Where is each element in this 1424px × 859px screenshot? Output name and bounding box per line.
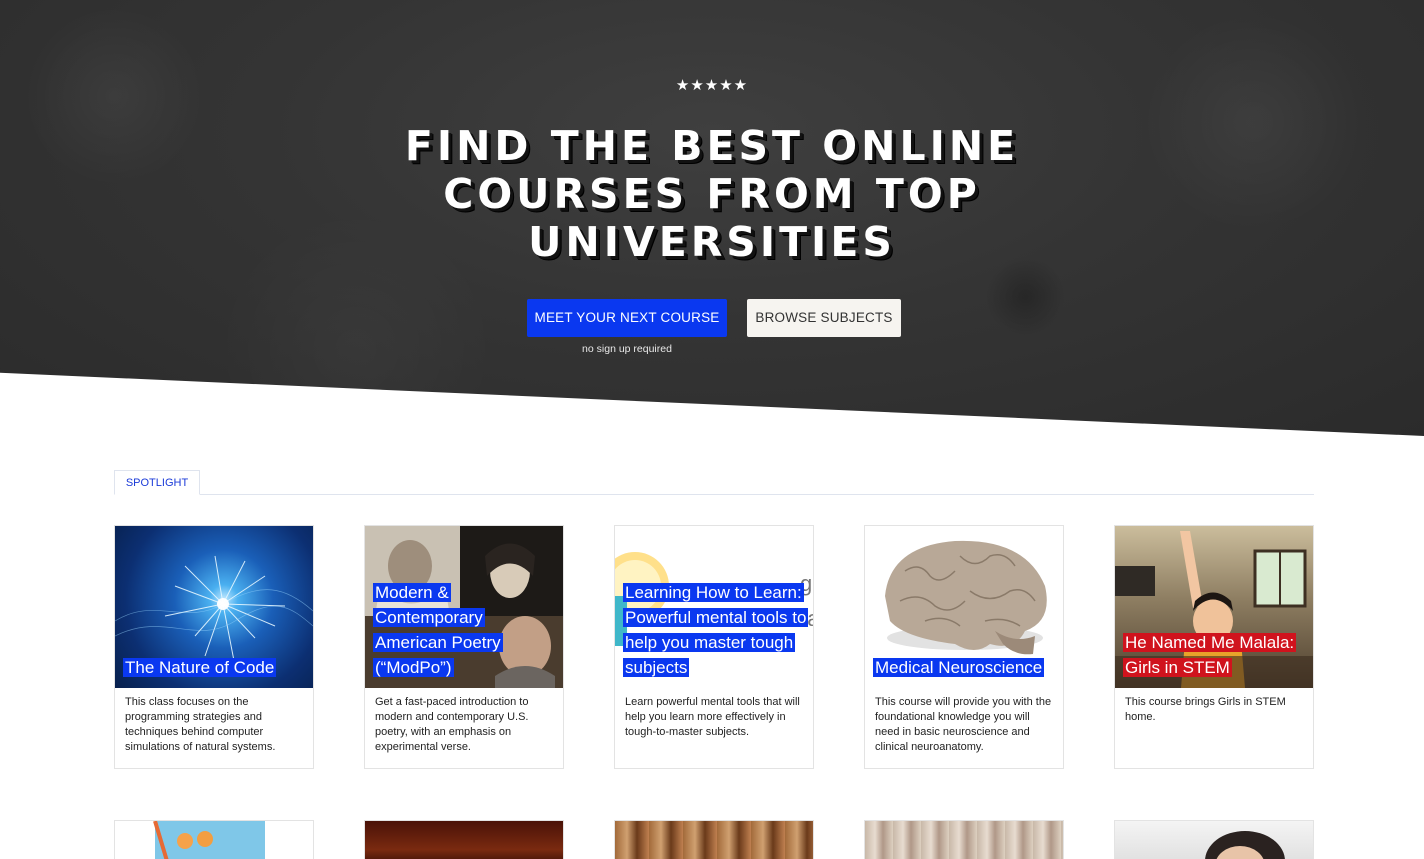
course-card-malala[interactable]: He Named Me Malala: Girls in STEM This c… bbox=[1114, 525, 1314, 769]
course-card-row2-2[interactable] bbox=[364, 820, 564, 859]
course-description: Learn powerful mental tools that will he… bbox=[625, 696, 800, 738]
course-card-learning-how-to-learn[interactable]: g ea Learning How to Learn: Powerful men… bbox=[614, 525, 814, 769]
course-thumbnail: g ea Learning How to Learn: Powerful men… bbox=[615, 526, 813, 688]
course-card-row2-5[interactable] bbox=[1114, 820, 1314, 859]
rating-stars: ★★★★★ bbox=[675, 77, 749, 94]
course-title: Medical Neuroscience bbox=[873, 658, 1045, 677]
course-thumbnail: Modern & Contemporary American Poetry (“… bbox=[365, 526, 563, 688]
course-card-modpo[interactable]: Modern & Contemporary American Poetry (“… bbox=[364, 525, 564, 769]
course-thumbnail: He Named Me Malala: Girls in STEM bbox=[1115, 526, 1313, 688]
course-thumbnail: Medical Neuroscience bbox=[865, 526, 1063, 688]
course-title: Learning How to Learn: Powerful mental t… bbox=[623, 583, 809, 677]
tab-spotlight[interactable]: SPOTLIGHT bbox=[114, 470, 200, 495]
course-card-row2-3[interactable] bbox=[614, 820, 814, 859]
course-description: This course will provide you with the fo… bbox=[875, 696, 1052, 753]
meet-your-next-course-button[interactable]: MEET YOUR NEXT COURSE bbox=[527, 299, 727, 337]
hero-banner: ★★★★★ FIND THE BEST ONLINE COURSES FROM … bbox=[0, 0, 1424, 436]
course-thumbnail: The Nature of Code bbox=[115, 526, 313, 688]
course-title: He Named Me Malala: Girls in STEM bbox=[1123, 633, 1297, 677]
course-title: Modern & Contemporary American Poetry (“… bbox=[373, 583, 503, 677]
course-card-medical-neuroscience[interactable]: Medical Neuroscience This course will pr… bbox=[864, 525, 1064, 769]
browse-subjects-button[interactable]: BROWSE SUBJECTS bbox=[747, 299, 901, 337]
hero-title: FIND THE BEST ONLINE COURSES FROM TOP UN… bbox=[404, 122, 1020, 266]
course-card-row2-4[interactable] bbox=[864, 820, 1064, 859]
course-description: This course brings Girls in STEM home. bbox=[1125, 696, 1286, 723]
no-signup-note: no sign up required bbox=[582, 343, 672, 355]
course-title: The Nature of Code bbox=[123, 658, 277, 677]
spotlight-tabbar: SPOTLIGHT bbox=[114, 470, 1314, 495]
course-card-row2-1[interactable] bbox=[114, 820, 314, 859]
course-card-nature-of-code[interactable]: The Nature of Code This class focuses on… bbox=[114, 525, 314, 769]
course-description: Get a fast-paced introduction to modern … bbox=[375, 696, 529, 753]
course-description: This class focuses on the programming st… bbox=[125, 696, 276, 753]
